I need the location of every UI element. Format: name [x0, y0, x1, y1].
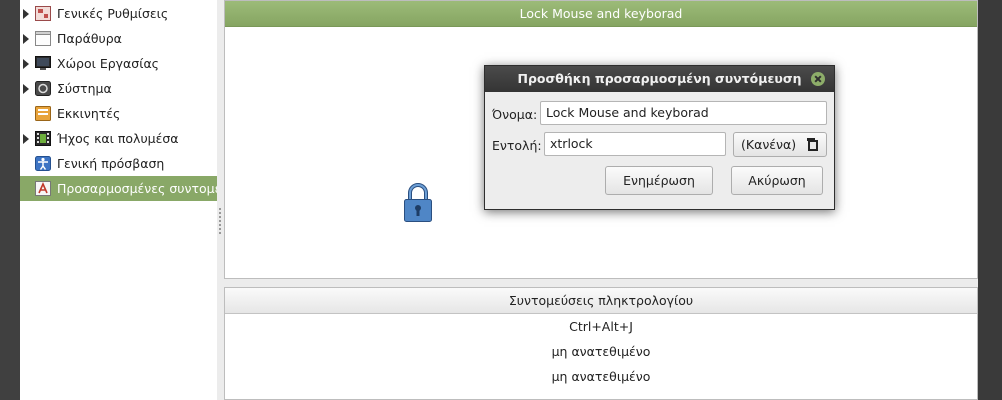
pane-resize-handle[interactable]	[217, 0, 224, 400]
name-input[interactable]: Lock Mouse and keyborad	[540, 101, 827, 125]
sidebar-item-launchers[interactable]: Εκκινητές	[20, 101, 217, 126]
accessibility-icon	[35, 156, 51, 171]
binding-row[interactable]: μη ανατεθιμένο	[225, 339, 977, 364]
expander-icon[interactable]	[23, 134, 29, 144]
sidebar-item-label: Παράθυρα	[57, 31, 122, 46]
name-label: Όνομα:	[492, 107, 538, 122]
binding-row[interactable]: μη ανατεθιμένο	[225, 364, 977, 389]
sidebar-item-sound-media[interactable]: Ήχος και πολυμέσα	[20, 126, 217, 151]
sidebar-item-accessibility[interactable]: Γενική πρόσβαση	[20, 151, 217, 176]
dialog-title: Προσθήκη προσαρμοσμένη συντόμευση	[485, 66, 834, 92]
lock-icon	[404, 183, 432, 222]
sidebar-item-label: Σύστημα	[57, 81, 112, 96]
window-right-border	[978, 0, 1002, 400]
custom-shortcut-icon	[35, 181, 51, 196]
sidebar-item-custom-shortcuts[interactable]: Προσαρμοσμένες συντομεύσεις	[20, 176, 217, 201]
sidebar-item-system[interactable]: Σύστημα	[20, 76, 217, 101]
command-label: Εντολή:	[492, 138, 542, 153]
sidebar-item-label: Ήχος και πολυμέσα	[57, 131, 179, 146]
command-input[interactable]: xtrlock	[544, 132, 726, 156]
expander-icon[interactable]	[23, 9, 29, 19]
expander-icon[interactable]	[23, 59, 29, 69]
sidebar-item-windows[interactable]: Παράθυρα	[20, 26, 217, 51]
sidebar-item-label: Εκκινητές	[57, 106, 121, 121]
update-button[interactable]: Ενημέρωση	[605, 166, 713, 195]
sidebar-item-label: Γενικές Ρυθμίσεις	[57, 6, 169, 21]
workspace-icon	[35, 56, 51, 70]
shortcut-list-item-selected[interactable]: Lock Mouse and keyborad	[225, 1, 977, 27]
window-icon	[35, 31, 51, 46]
keyboard-bindings-header: Συντομεύσεις πληκτρολογίου	[225, 288, 977, 314]
launcher-icon	[35, 106, 51, 121]
keyboard-bindings-panel: Συντομεύσεις πληκτρολογίου Ctrl+Alt+J μη…	[224, 287, 978, 400]
window-left-border	[0, 0, 20, 400]
sidebar-item-label: Γενική πρόσβαση	[57, 156, 165, 171]
sidebar-item-label: Χώροι Εργασίας	[57, 56, 160, 71]
sound-media-icon	[35, 131, 51, 146]
sidebar-item-general-settings[interactable]: Γενικές Ρυθμίσεις	[20, 1, 217, 26]
binding-row[interactable]: Ctrl+Alt+J	[225, 314, 977, 339]
add-custom-shortcut-dialog: Προσθήκη προσαρμοσμένη συντόμευση Όνομα:…	[484, 65, 835, 210]
expander-icon[interactable]	[23, 34, 29, 44]
cancel-button[interactable]: Ακύρωση	[731, 166, 823, 195]
category-sidebar: Γενικές Ρυθμίσεις Παράθυρα Χώροι Εργασία…	[20, 0, 218, 400]
copy-icon	[807, 138, 818, 151]
expander-icon[interactable]	[23, 84, 29, 94]
general-settings-icon	[35, 6, 51, 21]
system-icon	[35, 81, 51, 96]
sidebar-item-workspaces[interactable]: Χώροι Εργασίας	[20, 51, 217, 76]
sidebar-item-label: Προσαρμοσμένες συντομεύσεις	[57, 181, 217, 196]
grip-dots	[219, 208, 221, 234]
none-button-label: (Κανένα)	[741, 137, 797, 152]
none-button[interactable]: (Κανένα)	[733, 132, 827, 157]
close-icon[interactable]	[811, 72, 825, 86]
